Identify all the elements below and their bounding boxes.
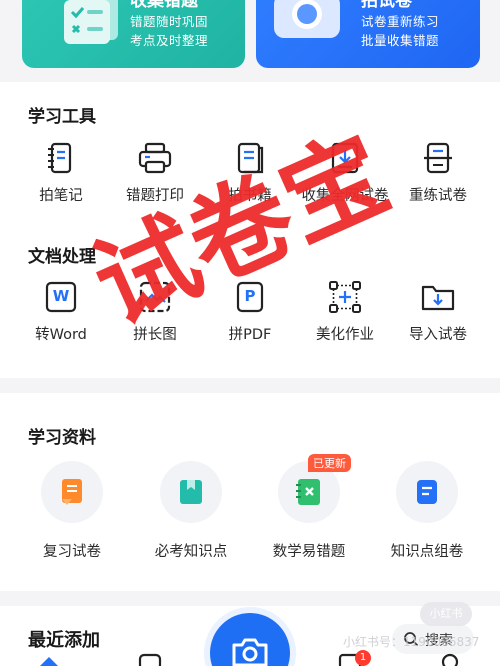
doc-beautify-homework[interactable]: 美化作业 — [295, 279, 395, 344]
long-image-icon — [139, 281, 171, 313]
icon-circle — [41, 461, 103, 523]
doc-to-word[interactable]: W 转Word — [11, 279, 111, 344]
redo-doc-icon — [424, 142, 452, 174]
app-screen: { "top_cards": { "left": {"title": "收集错题… — [0, 0, 500, 666]
doc-lines-icon — [417, 480, 437, 504]
icon-circle — [396, 461, 458, 523]
watermark-chip: 小红书 — [420, 602, 472, 626]
notification-badge: 1 — [355, 650, 371, 666]
crop-frame-icon — [329, 281, 361, 313]
tool-label: 拍笔记 — [39, 188, 83, 204]
printer-icon — [138, 142, 172, 174]
doc-label: 拼PDF — [228, 327, 272, 343]
icon-circle — [160, 461, 222, 523]
tool-label: 收集全网试卷 — [301, 188, 389, 204]
math-notebook-icon — [296, 479, 320, 505]
study-label: 数学易错题 — [272, 544, 346, 560]
top-feature-cards: 收集错题 错题随时巩固 考点及时整理 拍试卷 试卷重新练习 批量收集错题 — [0, 0, 500, 80]
tool-collect-web-exams[interactable]: 收集全网试卷 — [295, 140, 395, 205]
tool-print-wrong[interactable]: 错题打印 — [105, 140, 205, 205]
nav-home-icon[interactable] — [38, 652, 60, 666]
doc-label: 转Word — [35, 327, 87, 343]
study-review-exams[interactable]: 复习试卷 — [13, 461, 131, 561]
note-icon — [48, 142, 72, 174]
card-desc-line: 批量收集错题 — [361, 33, 440, 48]
card-title: 拍试卷 — [361, 0, 412, 11]
section-title-study: 学习资料 — [28, 428, 96, 448]
tool-label: 错题打印 — [126, 188, 184, 204]
camera-illustration-icon — [274, 0, 340, 38]
study-label: 复习试卷 — [43, 544, 101, 560]
card-title: 收集错题 — [130, 0, 198, 11]
pdf-doc-icon: P — [232, 279, 268, 315]
bookmark-book-icon — [180, 480, 202, 504]
doc-label: 拼长图 — [133, 327, 177, 343]
nav-profile-icon[interactable] — [438, 652, 462, 666]
word-doc-icon: W — [43, 279, 79, 315]
tool-photo-notes[interactable]: 拍笔记 — [11, 140, 111, 205]
section-title-docs: 文档处理 — [28, 247, 96, 267]
study-label: 知识点组卷 — [390, 544, 464, 560]
pdf-letter: P — [244, 287, 256, 305]
doc-merge-pdf[interactable]: P 拼PDF — [200, 279, 300, 344]
card-desc-line: 考点及时整理 — [130, 33, 209, 48]
word-letter: W — [52, 287, 70, 305]
book-icon — [237, 142, 264, 174]
study-label: 必考知识点 — [154, 544, 228, 560]
import-folder-icon — [421, 285, 455, 311]
doc-label: 美化作业 — [316, 327, 374, 343]
checklist-illustration-icon — [64, 0, 118, 44]
photo-exam-card[interactable]: 拍试卷 试卷重新练习 批量收集错题 — [256, 0, 480, 68]
tool-label: 重练试卷 — [409, 188, 467, 204]
watermark-text: 小红书号：1190086837 — [343, 635, 480, 649]
section-title-tools: 学习工具 — [28, 107, 96, 127]
study-compose-exam[interactable]: 知识点组卷 — [368, 461, 486, 561]
tool-redo-exam[interactable]: 重练试卷 — [388, 140, 488, 205]
card-desc-line: 错题随时巩固 — [130, 14, 209, 29]
tool-label: 拍书籍 — [228, 188, 272, 204]
doc-long-image[interactable]: 拼长图 — [105, 279, 205, 344]
study-math-errors[interactable]: 数学易错题 — [250, 461, 368, 561]
collect-wrong-questions-card[interactable]: 收集错题 错题随时巩固 考点及时整理 — [22, 0, 245, 68]
doc-import-exam[interactable]: 导入试卷 — [388, 279, 488, 344]
review-paper-icon — [62, 479, 82, 505]
study-materials-section: 学习资料 复习试卷 必考知识点 数学易错题 知识点组卷 — [0, 393, 500, 591]
tools-section: 学习工具 拍笔记 错题打印 拍书籍 收集全网试卷 重练试卷 文档处理 W 转Wo… — [0, 82, 500, 378]
tool-photo-books[interactable]: 拍书籍 — [200, 140, 300, 205]
download-doc-icon — [331, 142, 359, 174]
study-key-points[interactable]: 必考知识点 — [132, 461, 250, 561]
camera-icon — [232, 638, 268, 666]
nav-docs-icon[interactable] — [138, 652, 162, 666]
updated-badge: 已更新 — [308, 454, 351, 472]
section-title-recent: 最近添加 — [28, 630, 100, 651]
doc-label: 导入试卷 — [409, 327, 467, 343]
card-desc-line: 试卷重新练习 — [361, 14, 440, 29]
